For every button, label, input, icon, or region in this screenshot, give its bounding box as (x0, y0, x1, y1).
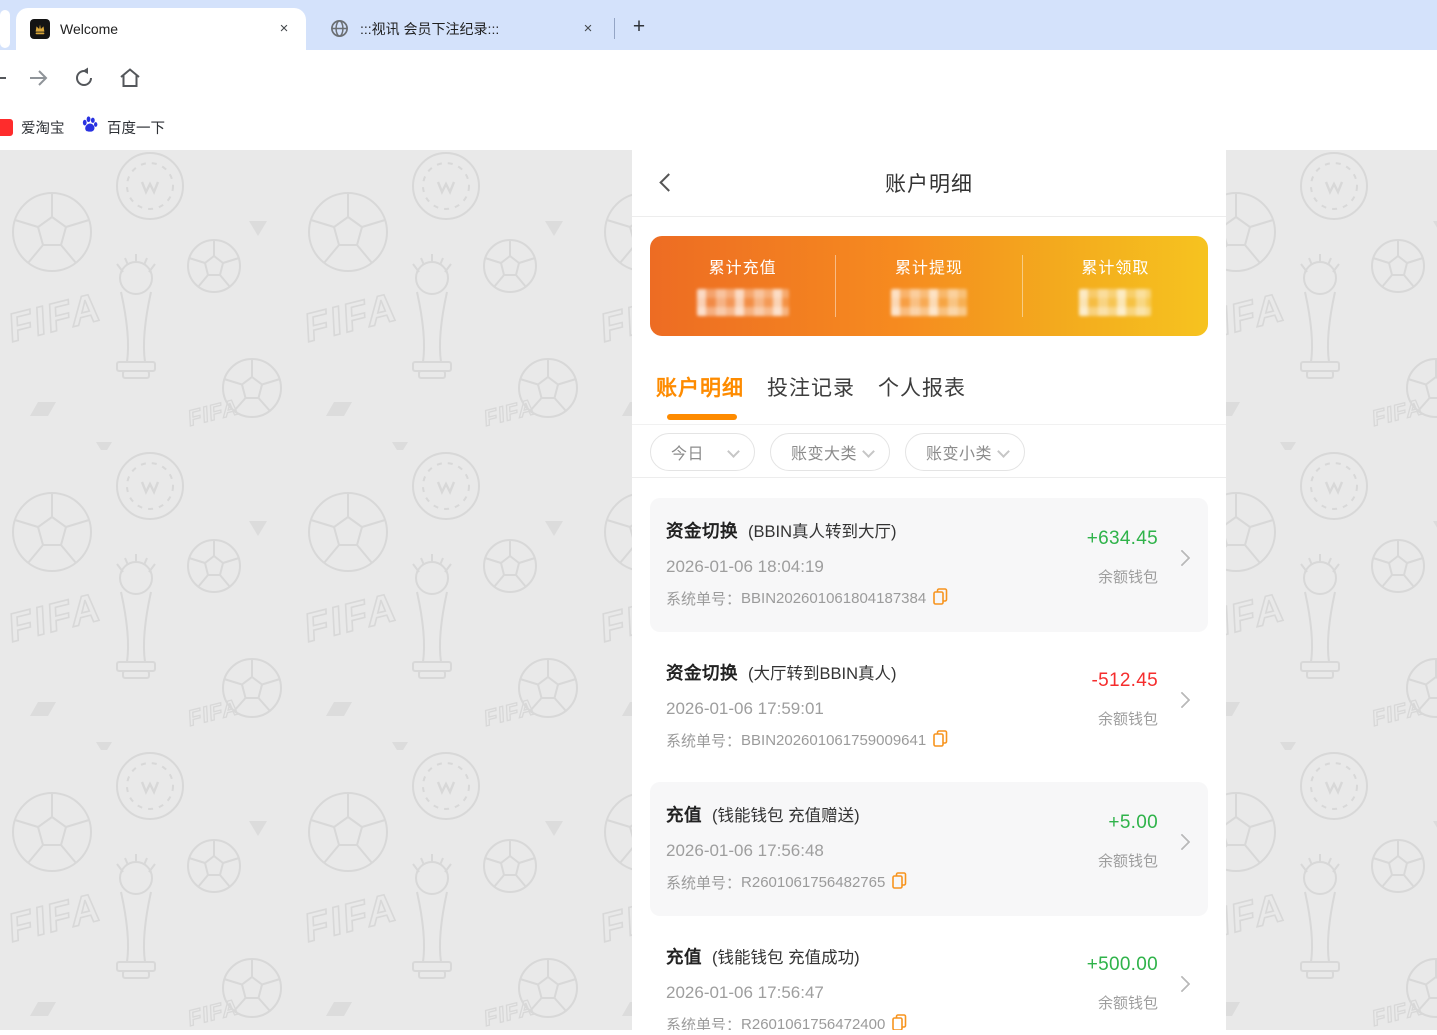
bookmark-taobao[interactable]: 爱淘宝 (0, 116, 65, 138)
transaction-amount-block: +634.45 余额钱包 (1087, 528, 1158, 587)
new-tab-button[interactable]: + (624, 12, 654, 42)
transaction-amount-block: -512.45 余额钱包 (1091, 670, 1158, 729)
order-number: R2601061756472400 (741, 1016, 885, 1030)
order-number: BBIN202601061804187384 (741, 590, 926, 607)
bookmarks-bar: 爱淘宝 百度一下 (0, 105, 1437, 150)
tab-title: :::视讯 会员下注纪录::: (360, 19, 578, 39)
transaction-amount: +634.45 (1087, 528, 1158, 550)
order-label: 系统单号： (666, 588, 741, 609)
page-title: 账户明细 (885, 168, 973, 198)
transaction-amount-block: +500.00 余额钱包 (1087, 954, 1158, 1013)
filter-label: 今日 (671, 440, 704, 464)
baidu-paw-icon (80, 115, 99, 139)
transaction-amount: -512.45 (1091, 670, 1158, 692)
stat-label: 累计充值 (709, 254, 777, 278)
back-icon[interactable] (0, 66, 10, 90)
active-tab-underline (667, 414, 737, 420)
transaction-row[interactable]: 充值 (钱能钱包 充值成功) 2026-01-06 17:56:47 系统单号：… (650, 924, 1208, 1030)
blurred-value (697, 289, 789, 316)
date-filter-dropdown[interactable]: 今日 (650, 433, 755, 471)
browser-tab-welcome[interactable]: Welcome × (16, 8, 306, 50)
copy-icon[interactable] (892, 1014, 907, 1030)
chevron-down-icon (997, 445, 1010, 458)
transaction-row[interactable]: 资金切换 (BBIN真人转到大厅) 2026-01-06 18:04:19 系统… (650, 498, 1208, 632)
browser-tab-betting-records[interactable]: :::视讯 会员下注纪录::: × (318, 8, 610, 50)
reload-icon[interactable] (72, 66, 96, 90)
chevron-down-icon (862, 445, 875, 458)
tab-label: 个人报表 (878, 377, 966, 400)
transaction-detail: (钱能钱包 充值成功) (712, 944, 860, 968)
welcome-favicon-icon (30, 19, 50, 39)
transaction-type: 资金切换 (666, 518, 738, 543)
transaction-amount: +5.00 (1108, 812, 1158, 834)
browser-toolbar: ld48.com/reports/index?tab=0 (0, 50, 1437, 105)
order-label: 系统单号： (666, 730, 741, 751)
total-deposit-stat: 累计充值 (650, 236, 835, 336)
close-tab-icon[interactable]: × (274, 19, 294, 39)
report-tabs: 账户明细 投注记录 个人报表 (632, 354, 1226, 425)
wallet-label: 余额钱包 (1098, 850, 1158, 871)
wallet-label: 余额钱包 (1098, 992, 1158, 1013)
stat-label: 累计领取 (1081, 254, 1149, 278)
background-window-sliver (0, 10, 10, 48)
transaction-order: 系统单号： R2601061756482765 (666, 872, 1192, 893)
filter-label: 账变小类 (926, 440, 992, 464)
bookmark-label: 爱淘宝 (21, 117, 65, 138)
blurred-value (1079, 289, 1151, 316)
chevron-down-icon (727, 445, 740, 458)
order-label: 系统单号： (666, 1014, 741, 1030)
tab-bet-records[interactable]: 投注记录 (767, 372, 855, 424)
tab-title: Welcome (60, 21, 274, 37)
transaction-type: 充值 (666, 944, 702, 969)
transaction-detail: (大厅转到BBIN真人) (748, 660, 897, 684)
transaction-detail: (钱能钱包 充值赠送) (712, 802, 860, 826)
blurred-value (891, 289, 967, 316)
copy-icon[interactable] (933, 730, 948, 751)
transaction-detail: (BBIN真人转到大厅) (748, 518, 897, 542)
tab-label: 账户明细 (656, 377, 744, 400)
bookmark-label: 百度一下 (107, 117, 165, 138)
transaction-list: 资金切换 (BBIN真人转到大厅) 2026-01-06 18:04:19 系统… (632, 478, 1226, 1030)
major-category-dropdown[interactable]: 账变大类 (770, 433, 890, 471)
total-claim-stat: 累计领取 (1023, 236, 1208, 336)
transaction-row[interactable]: 资金切换 (大厅转到BBIN真人) 2026-01-06 17:59:01 系统… (650, 640, 1208, 774)
transaction-amount: +500.00 (1087, 954, 1158, 976)
browser-tab-strip: Welcome × :::视讯 会员下注纪录::: × + (0, 0, 1437, 50)
order-number: BBIN202601061759009641 (741, 732, 926, 749)
back-chevron-icon[interactable] (659, 173, 677, 191)
copy-icon[interactable] (933, 588, 948, 609)
wallet-label: 余额钱包 (1098, 708, 1158, 729)
transaction-amount-block: +5.00 余额钱包 (1098, 812, 1158, 871)
forward-icon[interactable] (26, 66, 50, 90)
order-label: 系统单号： (666, 872, 741, 893)
copy-icon[interactable] (892, 872, 907, 893)
bookmark-baidu[interactable]: 百度一下 (80, 116, 165, 138)
stat-label: 累计提现 (895, 254, 963, 278)
globe-icon (330, 19, 350, 39)
tab-separator (614, 18, 615, 39)
tab-account-detail[interactable]: 账户明细 (656, 372, 744, 424)
order-number: R2601061756482765 (741, 874, 885, 891)
tab-personal-report[interactable]: 个人报表 (878, 372, 966, 424)
transaction-order: 系统单号： BBIN202601061804187384 (666, 588, 1192, 609)
home-icon[interactable] (118, 66, 142, 90)
total-withdraw-stat: 累计提现 (836, 236, 1021, 336)
minor-category-dropdown[interactable]: 账变小类 (905, 433, 1025, 471)
tab-label: 投注记录 (767, 377, 855, 400)
transaction-row[interactable]: 充值 (钱能钱包 充值赠送) 2026-01-06 17:56:48 系统单号：… (650, 782, 1208, 916)
transaction-order: 系统单号： BBIN202601061759009641 (666, 730, 1192, 751)
wallet-label: 余额钱包 (1098, 566, 1158, 587)
close-tab-icon[interactable]: × (578, 19, 598, 39)
transaction-type: 资金切换 (666, 660, 738, 685)
totals-summary-card: 累计充值 累计提现 累计领取 (650, 236, 1208, 336)
panel-header: 账户明细 (632, 150, 1226, 217)
account-detail-panel: 账户明细 累计充值 累计提现 累计领取 账户明细 投注记录 个人报表 (632, 150, 1226, 1030)
transaction-type: 充值 (666, 802, 702, 827)
taobao-icon (0, 119, 13, 136)
filter-label: 账变大类 (791, 440, 857, 464)
filter-row: 今日 账变大类 账变小类 (632, 425, 1226, 478)
transaction-order: 系统单号： R2601061756472400 (666, 1014, 1192, 1030)
